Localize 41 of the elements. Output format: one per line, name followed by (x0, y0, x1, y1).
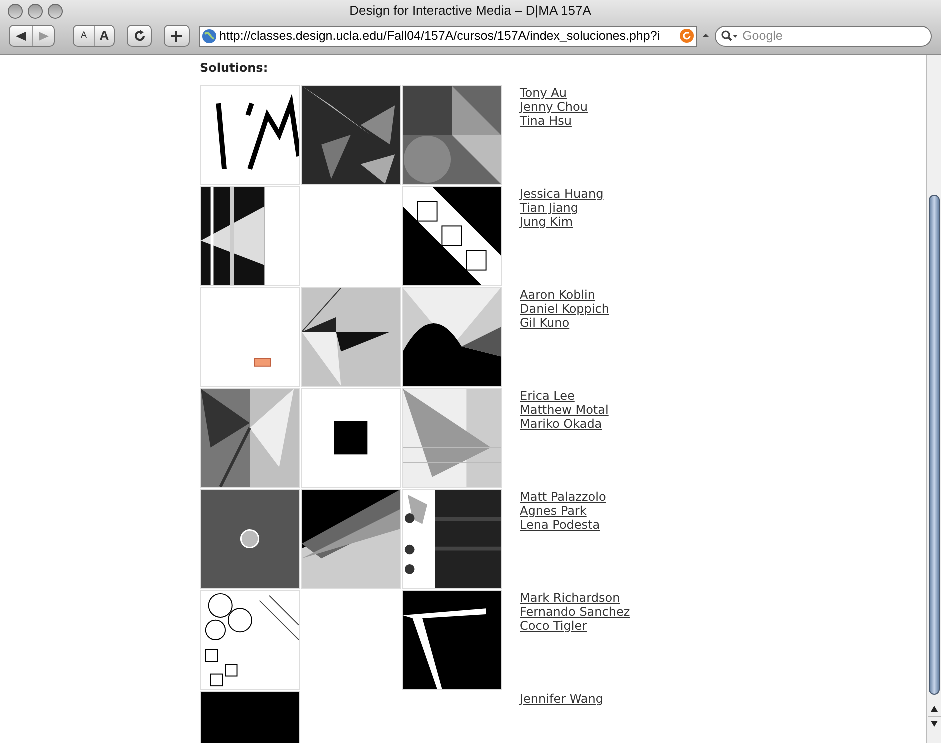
snapback-icon[interactable] (680, 29, 694, 43)
student-link[interactable]: Lena Podesta (520, 518, 600, 532)
student-link[interactable]: Matthew Motal (520, 403, 609, 417)
student-link[interactable]: Daniel Koppich (520, 302, 610, 316)
student-link[interactable]: Tina Hsu (520, 114, 572, 128)
globe-icon (202, 28, 216, 44)
search-field[interactable]: Google (714, 26, 932, 46)
student-link[interactable]: Jessica Huang (520, 187, 604, 201)
add-bookmark-button[interactable] (164, 25, 190, 47)
plus-icon (171, 30, 182, 42)
text-bigger-button[interactable]: A (94, 26, 114, 46)
student-link[interactable]: Aaron Koblin (520, 288, 596, 302)
student-link[interactable]: Jennifer Wang (520, 692, 604, 706)
student-link[interactable]: Jenny Chou (520, 100, 588, 114)
student-link[interactable]: Agnes Park (520, 504, 587, 518)
student-link[interactable]: Fernando Sanchez (520, 605, 630, 619)
student-link[interactable]: Matt Palazzolo (520, 490, 606, 504)
minimize-button[interactable] (28, 4, 43, 18)
student-link[interactable]: Erica Lee (520, 389, 575, 403)
up-arrow-icon (930, 706, 938, 712)
student-link[interactable]: Mariko Okada (520, 417, 602, 431)
close-button[interactable] (8, 4, 23, 18)
scroll-thumb[interactable] (928, 195, 940, 695)
search-icon (720, 30, 739, 42)
right-arrow-icon (38, 32, 48, 40)
student-link[interactable]: Coco Tigler (520, 619, 588, 633)
text-smaller-button[interactable]: A (74, 26, 94, 46)
reload-icon (134, 30, 146, 42)
left-arrow-icon (16, 32, 26, 40)
student-link[interactable]: Mark Richardson (520, 591, 620, 605)
solutions-heading: Solutions: (200, 60, 270, 77)
down-arrow-icon (930, 720, 938, 726)
scrollbar[interactable] (926, 55, 941, 743)
student-link[interactable]: Tony Au (520, 86, 567, 100)
student-link[interactable]: Gil Kuno (520, 316, 570, 330)
student-link[interactable]: Jung Kim (520, 215, 574, 229)
address-field[interactable]: http://classes.design.ucla.edu/Fall04/157A/cursos/157A/index_soluciones.php?i (198, 26, 697, 46)
window-title: Design for Interactive Media – D|MA 157A (350, 2, 592, 20)
reload-button[interactable] (127, 25, 152, 47)
zoom-button[interactable] (48, 4, 63, 18)
student-link[interactable]: Tian Jiang (520, 201, 579, 215)
